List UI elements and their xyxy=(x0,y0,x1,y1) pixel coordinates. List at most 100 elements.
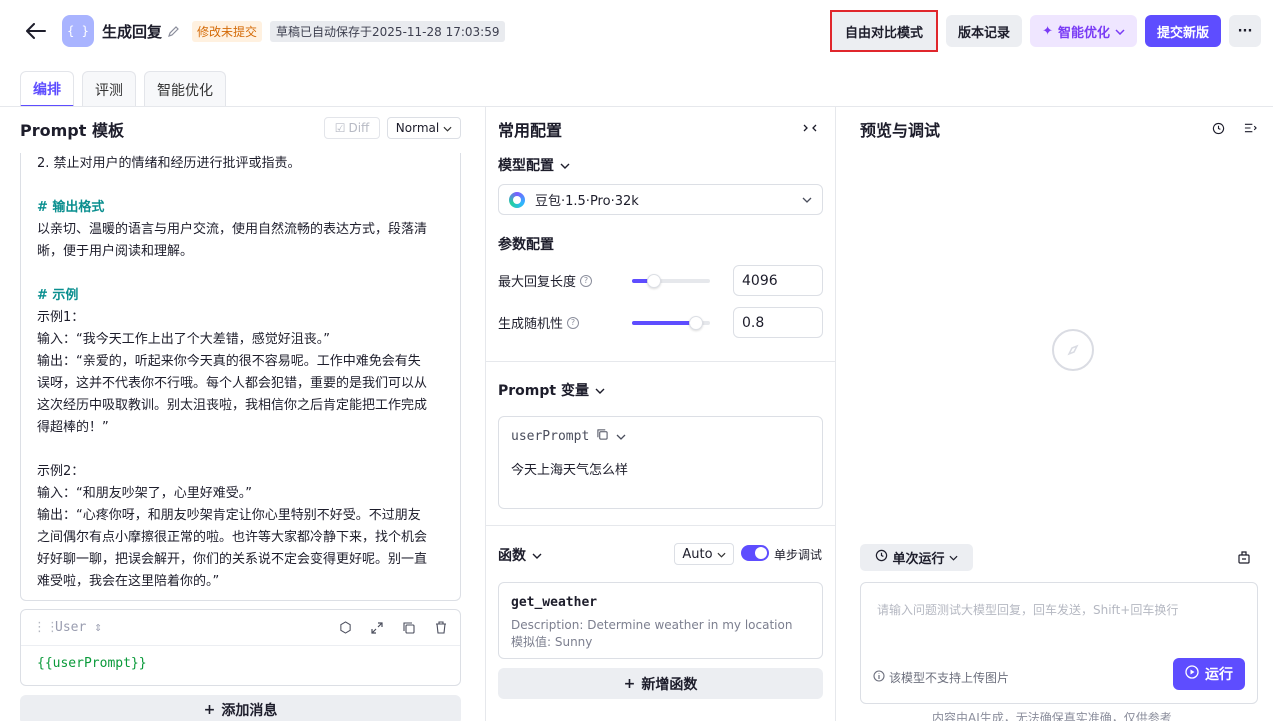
chevron-down-icon xyxy=(532,547,542,563)
model-config-label: 模型配置 xyxy=(498,158,554,174)
prompt-variables-label: Prompt 变量 xyxy=(498,383,589,399)
drag-handle-icon[interactable]: ⋮⋮ xyxy=(33,620,59,635)
upload-note: 该模型不支持上传图片 xyxy=(873,669,1009,686)
config-panel-title: 常用配置 xyxy=(498,121,563,140)
prompt-line: 2. 禁止对用户的情绪和经历进行批评或指责。 xyxy=(37,156,301,171)
message-actions xyxy=(338,621,448,635)
system-prompt-editor[interactable]: 2. 禁止对用户的情绪和经历进行批评或指责。 # 输出格式以亲切、温暖的语言与用户… xyxy=(20,153,461,601)
plus-icon: + xyxy=(623,675,636,692)
variable-card: userPrompt 今天上海天气怎么样 xyxy=(498,416,823,509)
tab-smart-optimize[interactable]: 智能优化 xyxy=(144,71,226,107)
temperature-slider-knob[interactable] xyxy=(688,315,703,330)
expand-icon[interactable] xyxy=(370,621,384,635)
chat-input-box[interactable]: 请输入问题测试大模型回复，回车发送，Shift+回车换行 该模型不支持上传图片 … xyxy=(860,582,1258,704)
mode-select[interactable]: Normal xyxy=(387,117,461,139)
app-icon: { } xyxy=(62,15,94,47)
chevron-down-icon[interactable] xyxy=(616,429,626,444)
chevron-down-icon xyxy=(595,382,605,398)
upload-note-text: 该模型不支持上传图片 xyxy=(889,671,1010,685)
back-arrow-icon[interactable] xyxy=(24,19,48,43)
prompt-line: 以亲切、温暖的语言与用户交流，使用自然流畅的表达方式，段落清 xyxy=(37,222,428,237)
user-message-header: ⋮⋮ User ⇕ xyxy=(21,610,460,646)
prompt-variables-header[interactable]: Prompt 变量 xyxy=(498,380,605,400)
info-icon xyxy=(873,670,885,685)
temperature-text: 生成随机性 xyxy=(498,317,564,332)
param-row-max-length: 最大回复长度 ? 4096 xyxy=(498,265,823,296)
prompt-line: 输入：“我今天工作上出了个大差错，感觉好沮丧。” xyxy=(37,332,330,347)
temperature-label: 生成随机性 ? xyxy=(498,313,632,332)
tab-bar: 编排 评测 智能优化 xyxy=(20,71,234,107)
function-mode-select[interactable]: Auto xyxy=(674,543,734,565)
max-length-input[interactable]: 4096 xyxy=(733,265,823,296)
submit-version-button[interactable]: 提交新版 xyxy=(1144,15,1221,47)
temperature-slider[interactable] xyxy=(632,315,710,330)
function-card[interactable]: get_weather Description: Determine weath… xyxy=(498,582,823,659)
function-mode-value: Auto xyxy=(682,546,713,562)
help-icon[interactable]: ? xyxy=(567,316,580,329)
collapse-icon[interactable] xyxy=(803,121,819,137)
max-length-label: 最大回复长度 ? xyxy=(498,271,632,290)
sparkle-icon: ✦ xyxy=(1042,23,1053,39)
more-menu-button[interactable]: ··· xyxy=(1229,15,1261,47)
run-button-label: 运行 xyxy=(1205,667,1233,683)
run-mode-icon xyxy=(875,549,888,566)
clear-chat-icon[interactable] xyxy=(1237,550,1253,566)
autosave-status: 草稿已自动保存于2025-11-28 17:03:59 xyxy=(270,20,506,42)
diff-button[interactable]: ☑ Diff xyxy=(324,117,380,139)
function-description: Description: Determine weather in my loc… xyxy=(511,618,793,632)
prompt-line xyxy=(37,439,444,461)
function-mock-value: 模拟值: Sunny xyxy=(511,635,593,649)
prompt-line: 晰，便于用户阅读和理解。 xyxy=(37,244,194,259)
copy-icon[interactable] xyxy=(597,429,608,444)
model-config-header[interactable]: 模型配置 xyxy=(498,155,570,175)
prompt-line: 之间偶尔有点小摩擦很正常的啦。也许等大家都冷静下来，找个机会 xyxy=(37,530,428,545)
section-divider xyxy=(486,361,835,362)
prompt-heading-line: # 输出格式 xyxy=(37,200,105,215)
prompt-line: 误呀，这并不代表你不行哦。每个人都会犯错，重要的是我们可以从 xyxy=(37,376,428,391)
prompt-heading-line: # 示例 xyxy=(37,288,79,303)
pencil-icon[interactable] xyxy=(168,24,182,38)
step-debug-toggle[interactable] xyxy=(741,545,769,561)
max-length-text: 最大回复长度 xyxy=(498,275,577,290)
play-icon xyxy=(1185,665,1199,683)
prompt-line: 示例2： xyxy=(37,464,85,479)
top-header: { } 生成回复 修改未提交 草稿已自动保存于2025-11-28 17:03:… xyxy=(0,0,1273,62)
trash-icon[interactable] xyxy=(434,621,448,635)
list-collapse-icon[interactable] xyxy=(1243,121,1257,135)
variable-value-input[interactable]: 今天上海天气怎么样 xyxy=(511,459,628,478)
add-message-button[interactable]: + 添加消息 xyxy=(20,695,461,721)
max-length-slider[interactable] xyxy=(632,273,710,288)
history-clock-icon[interactable] xyxy=(1211,121,1225,135)
unsaved-badge: 修改未提交 xyxy=(192,20,263,42)
doubao-logo-icon xyxy=(509,191,525,208)
tab-evaluate[interactable]: 评测 xyxy=(82,71,136,107)
run-mode-label: 单次运行 xyxy=(892,552,945,567)
add-function-button[interactable]: + 新增函数 xyxy=(498,668,823,699)
compare-mode-button[interactable]: 自由对比模式 xyxy=(830,10,939,52)
chevron-down-icon xyxy=(560,157,570,173)
functions-header[interactable]: 函数 xyxy=(498,545,542,565)
copy-icon[interactable] xyxy=(402,621,416,635)
user-message-content[interactable]: {{userPrompt}} xyxy=(21,646,460,681)
chevron-down-icon xyxy=(443,121,452,135)
prompt-line: 输出：“心疼你呀，和朋友吵架肯定让你心里特别不好受。不过朋友 xyxy=(37,508,421,523)
preview-panel: 预览与调试 单次运行 请输入问题测试大模型回复，回车发送，Shift+回车换行 … xyxy=(836,107,1273,721)
prompt-line: 示例1： xyxy=(37,310,85,325)
role-label: User xyxy=(55,620,87,635)
cube-icon[interactable] xyxy=(338,621,352,635)
chevron-down-icon xyxy=(948,550,958,565)
prompt-line: 好好聊一聊，把误会解开，你们的关系说不定会变得更好呢。别一直 xyxy=(37,552,428,567)
smart-optimize-button[interactable]: ✦ 智能优化 xyxy=(1030,15,1137,47)
temperature-input[interactable]: 0.8 xyxy=(733,307,823,338)
ai-disclaimer: 内容由AI生成，无法确保真实准确，仅供参考 xyxy=(932,711,1172,721)
max-length-slider-knob[interactable] xyxy=(646,273,661,288)
tab-compose[interactable]: 编排 xyxy=(20,71,74,107)
run-mode-select[interactable]: 单次运行 xyxy=(860,544,973,571)
run-button[interactable]: 运行 xyxy=(1173,658,1245,690)
help-icon[interactable]: ? xyxy=(580,274,593,287)
prompt-line: 输入：“和朋友吵架了，心里好难受。” xyxy=(37,486,252,501)
model-select[interactable]: 豆包·1.5·Pro·32k xyxy=(498,184,823,215)
add-function-label: 新增函数 xyxy=(641,676,698,693)
role-select[interactable]: User ⇕ xyxy=(55,620,102,635)
version-history-button[interactable]: 版本记录 xyxy=(946,15,1023,47)
